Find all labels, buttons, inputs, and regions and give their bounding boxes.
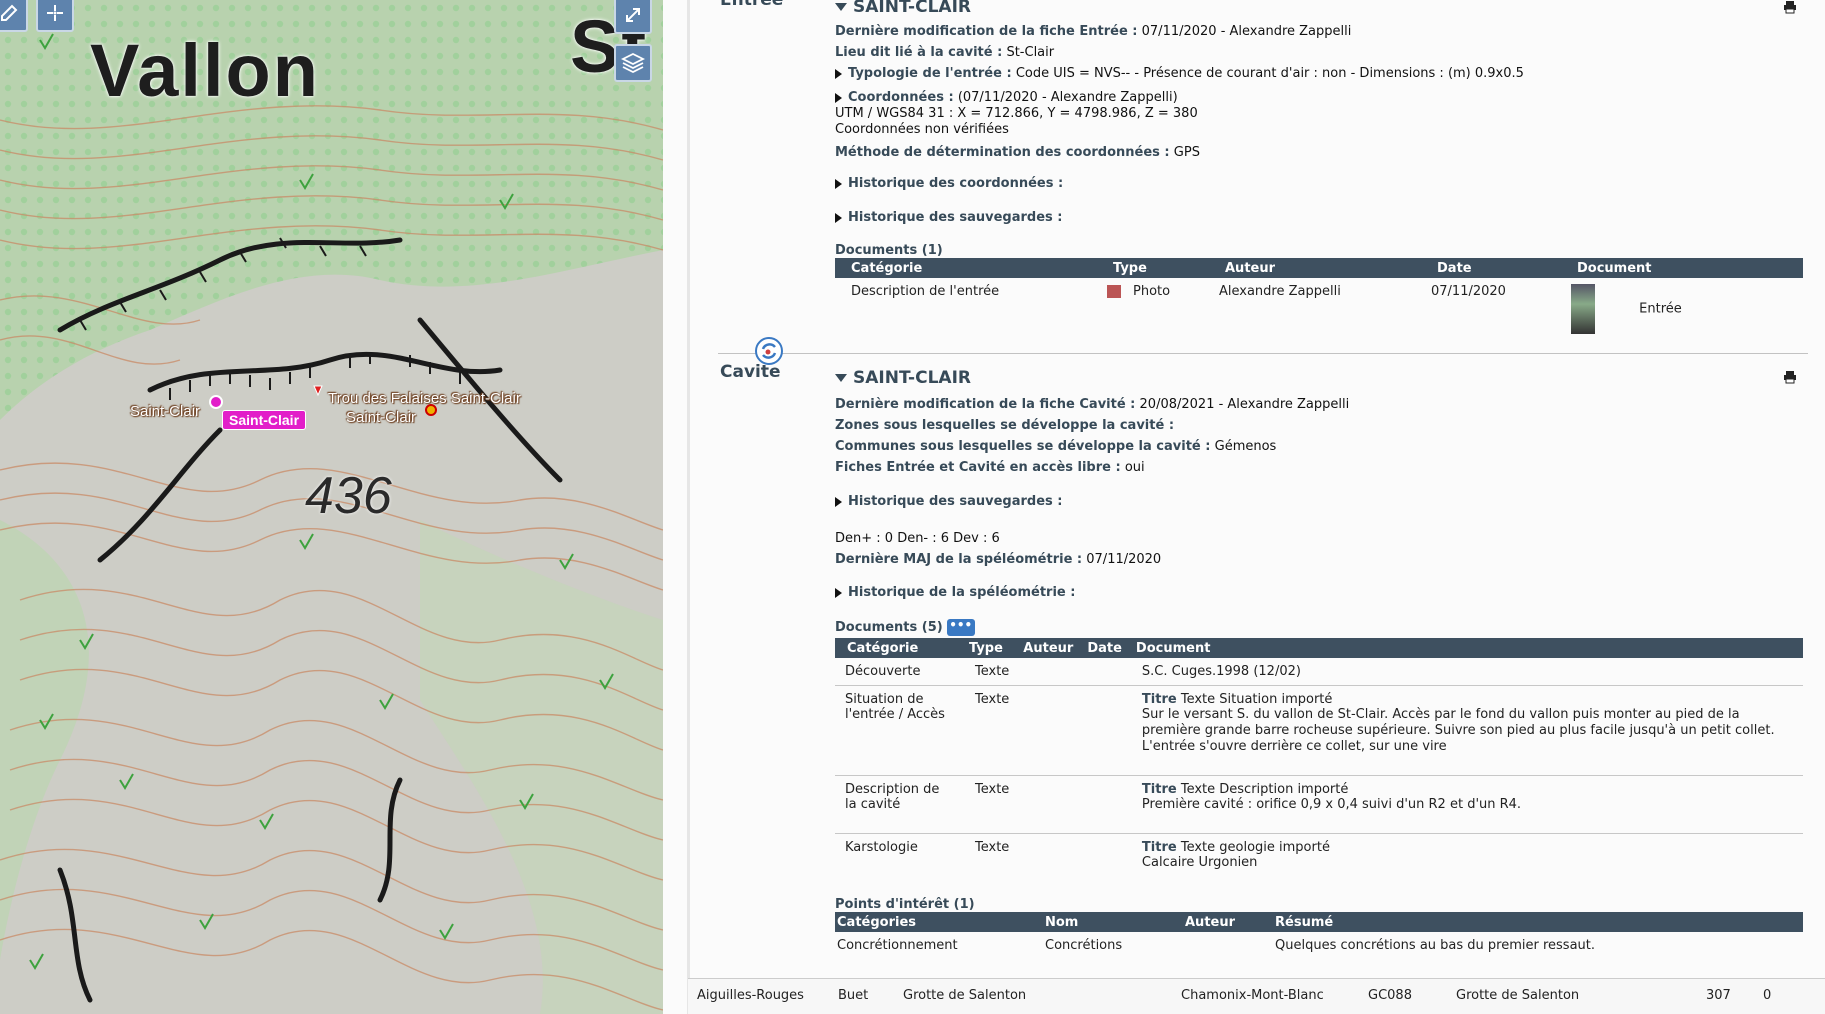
crosshair-icon	[47, 5, 63, 21]
entree-methode: Méthode de détermination des coordonnées…	[835, 145, 1200, 160]
entree-last-modified: Dernière modification de la fiche Entrée…	[835, 24, 1352, 39]
expand-icon	[626, 8, 640, 22]
entree-section-label: Entrée	[720, 0, 784, 10]
table-row: Situation de l'entrée / Accès Texte Titr…	[835, 685, 1803, 776]
entree-utm: UTM / WGS84 31 : X = 712.866, Y = 4798.9…	[835, 106, 1198, 121]
caret-right-icon	[835, 496, 842, 507]
points-interet-table: Catégories Nom Auteur Résumé Concrétionn…	[835, 912, 1803, 959]
document-link[interactable]: Entrée	[1639, 302, 1682, 317]
draw-tool-button[interactable]	[0, 0, 28, 32]
result-nom-2: Grotte de Salenton	[1456, 988, 1580, 1003]
photo-type-icon	[1107, 285, 1121, 298]
caret-right-icon	[835, 92, 842, 103]
entree-documents-table: Catégorie Type Auteur Date Document Desc…	[835, 258, 1803, 340]
layers-button[interactable]	[614, 44, 652, 82]
result-commune: Chamonix-Mont-Blanc	[1181, 988, 1324, 1003]
table-row: Karstologie Texte Titre Texte geologie i…	[845, 840, 1330, 870]
print-icon[interactable]	[1783, 0, 1797, 14]
table-header: Catégorie Type Auteur Date Document	[835, 258, 1803, 278]
document-link[interactable]: S.C. Cuges.1998 (12/02)	[1131, 658, 1803, 686]
result-code: GC088	[1368, 988, 1412, 1003]
result-lieu: Buet	[838, 988, 869, 1003]
entree-title[interactable]: SAINT-CLAIR	[835, 0, 971, 17]
table-header: Catégories Nom Auteur Résumé	[835, 912, 1803, 932]
entree-documents-title: Documents (1)	[835, 243, 943, 258]
cavite-den: Den+ : 0 Den- : 6 Dev : 6	[835, 531, 1000, 546]
entree-historique-coordonnees[interactable]: Historique des coordonnées :	[835, 176, 1063, 191]
caret-right-icon	[835, 212, 842, 223]
map-label-altitude: 436	[305, 467, 392, 525]
cavite-communes: Communes sous lesquelles se développe la…	[835, 439, 1277, 454]
cave-details-panel[interactable]: Entrée SAINT-CLAIR Dernière modification…	[663, 0, 1825, 1014]
result-list-row[interactable]: Aiguilles-Rouges Buet Grotte de Salenton…	[688, 978, 1825, 1014]
result-number-2: 0	[1763, 988, 1772, 1003]
layers-icon	[621, 52, 645, 74]
document-thumbnail[interactable]	[1571, 284, 1595, 334]
cavite-acces-libre: Fiches Entrée et Cavité en accès libre :…	[835, 460, 1145, 475]
more-documents-button[interactable]: •••	[946, 619, 975, 636]
entree-coordonnees[interactable]: Coordonnées : (07/11/2020 - Alexandre Za…	[835, 90, 1178, 105]
table-row: Description de l'entrée Photo Alexandre …	[835, 278, 1803, 340]
table-row: Description de la cavité Texte Titre Tex…	[835, 775, 1803, 834]
result-number-1: 307	[1706, 988, 1731, 1003]
map-label-saint-clair-entrance[interactable]: Saint-Clair	[346, 409, 416, 426]
map-view[interactable]: Vallon St 436 Saint-Clair Saint-Clair Tr…	[0, 0, 663, 1014]
map-marker-saint-clair[interactable]: Saint-Clair	[222, 410, 307, 430]
caret-right-icon	[835, 68, 842, 79]
result-nom: Grotte de Salenton	[903, 988, 1027, 1003]
print-icon[interactable]	[1783, 370, 1797, 384]
measure-tool-button[interactable]	[36, 0, 74, 32]
caret-down-icon	[835, 3, 847, 11]
section-separator	[718, 353, 1808, 354]
fullscreen-button[interactable]	[614, 0, 652, 34]
cavite-zones: Zones sous lesquelles se développe la ca…	[835, 418, 1175, 433]
table-row: Découverte Texte S.C. Cuges.1998 (12/02)	[835, 658, 1803, 686]
panel-divider	[687, 0, 690, 1014]
cavite-documents-title: Documents (5) •••	[835, 619, 975, 636]
points-interet-title: Points d'intérêt (1)	[835, 897, 975, 912]
cavite-title[interactable]: SAINT-CLAIR	[835, 368, 971, 388]
cavite-historique-speleometrie[interactable]: Historique de la spéléométrie :	[835, 585, 1075, 600]
map-label-vallon: Vallon	[90, 29, 320, 112]
caret-right-icon	[835, 587, 842, 598]
cavite-section-label: Cavite	[720, 362, 781, 382]
table-header: Catégorie Type Auteur Date Document	[835, 638, 1803, 658]
cavite-last-modified: Dernière modification de la fiche Cavité…	[835, 397, 1350, 412]
map-label-trou-des-falaises[interactable]: Trou des Falaises Saint-Clair	[328, 390, 521, 407]
caret-right-icon	[835, 178, 842, 189]
result-massif: Aiguilles-Rouges	[697, 988, 804, 1003]
map-label-saint-clair[interactable]: Saint-Clair	[130, 403, 200, 420]
entree-typologie[interactable]: Typologie de l'entrée : Code UIS = NVS--…	[835, 66, 1524, 81]
cavite-historique-sauvegardes[interactable]: Historique des sauvegardes :	[835, 494, 1063, 509]
pencil-icon	[1, 4, 18, 21]
entree-lieu-dit: Lieu dit lié à la cavité : St-Clair	[835, 45, 1055, 60]
cavite-maj-speleometrie: Dernière MAJ de la spéléométrie : 07/11/…	[835, 552, 1162, 567]
table-row: Concrétionnement Concrétions Quelques co…	[837, 938, 1596, 953]
caret-down-icon	[835, 374, 847, 382]
entree-historique-sauvegardes[interactable]: Historique des sauvegardes :	[835, 210, 1063, 225]
cavite-documents-table: Catégorie Type Auteur Date Document Déco…	[835, 638, 1803, 876]
entree-coord-status: Coordonnées non vérifiées	[835, 122, 1009, 137]
